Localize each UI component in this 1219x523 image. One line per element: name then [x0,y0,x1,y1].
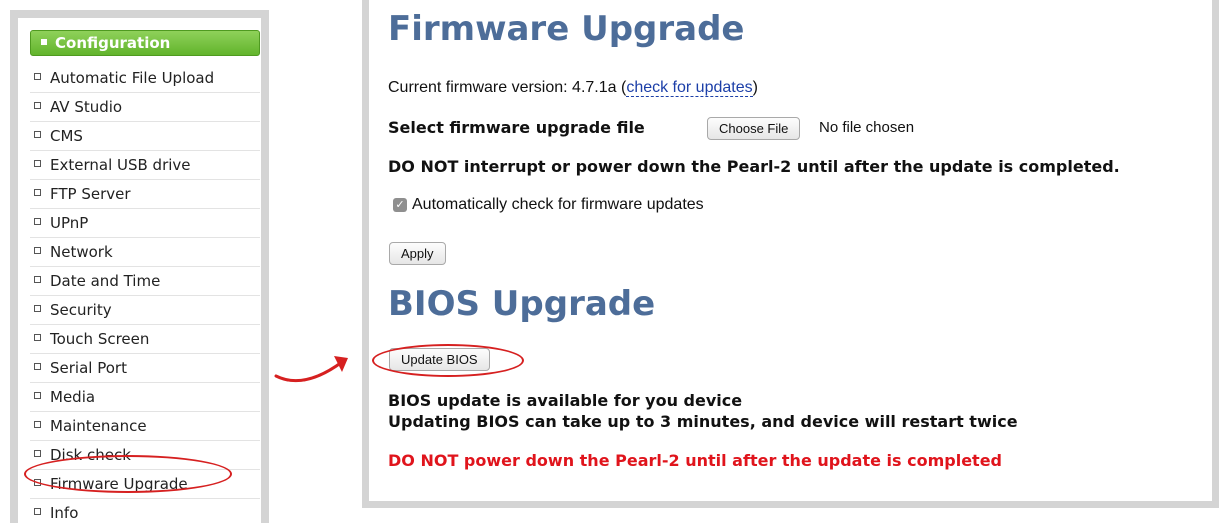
auto-check-checkbox[interactable]: ✓ [393,198,407,212]
sidebar-panel: Configuration Automatic File Upload AV S… [10,10,269,523]
bios-available-text: BIOS update is available for you device [388,391,743,410]
sidebar-item-label: Automatic File Upload [50,69,215,87]
sidebar-item-upnp[interactable]: UPnP [30,209,260,238]
square-bullet-icon [34,508,41,515]
sidebar-item-label: AV Studio [50,98,123,116]
square-bullet-icon [34,276,41,283]
apply-button[interactable]: Apply [389,242,446,265]
square-bullet-icon [41,38,47,45]
select-firmware-file-label: Select firmware upgrade file [388,118,645,137]
square-bullet-icon [34,73,41,80]
firmware-warning: DO NOT interrupt or power down the Pearl… [388,157,1120,176]
sidebar-item-automatic-file-upload[interactable]: Automatic File Upload [30,64,260,93]
current-version-label: Current firmware version: 4.7.1a ( [388,79,627,96]
sidebar-item-media[interactable]: Media [30,383,260,412]
sidebar-item-av-studio[interactable]: AV Studio [30,93,260,122]
square-bullet-icon [34,421,41,428]
sidebar-item-maintenance[interactable]: Maintenance [30,412,260,441]
sidebar-item-touch-screen[interactable]: Touch Screen [30,325,260,354]
close-paren: ) [752,79,758,96]
bios-warning: DO NOT power down the Pearl-2 until afte… [388,451,1002,470]
check-for-updates-link[interactable]: check for updates [626,79,753,97]
curved-arrow-icon [274,356,348,383]
sidebar-header-label: Configuration [55,34,171,52]
square-bullet-icon [34,334,41,341]
sidebar-item-label: UPnP [50,214,89,232]
bios-duration-text: Updating BIOS can take up to 3 minutes, … [388,412,1018,431]
square-bullet-icon [34,450,41,457]
square-bullet-icon [34,131,41,138]
sidebar-item-external-usb-drive[interactable]: External USB drive [30,151,260,180]
sidebar-item-label: Serial Port [50,359,127,377]
auto-check-label: Automatically check for firmware updates [412,196,704,213]
choose-file-button[interactable]: Choose File [707,117,801,140]
sidebar-item-label: Network [50,243,113,261]
annotation-ellipse-bios [372,344,524,377]
sidebar-item-serial-port[interactable]: Serial Port [30,354,260,383]
square-bullet-icon [34,247,41,254]
sidebar-item-date-and-time[interactable]: Date and Time [30,267,260,296]
square-bullet-icon [34,305,41,312]
sidebar-header-configuration[interactable]: Configuration [30,30,260,56]
bios-upgrade-title: BIOS Upgrade [388,284,656,324]
no-file-chosen-text: No file chosen [819,119,915,136]
square-bullet-icon [34,160,41,167]
annotation-ellipse-firmware [24,455,232,493]
sidebar-item-network[interactable]: Network [30,238,260,267]
square-bullet-icon [34,102,41,109]
square-bullet-icon [34,392,41,399]
firmware-upgrade-title: Firmware Upgrade [388,9,745,49]
current-firmware-version: Current firmware version: 4.7.1a (check … [388,79,758,97]
sidebar-item-label: Maintenance [50,417,147,435]
sidebar-item-label: Info [50,504,79,522]
square-bullet-icon [34,218,41,225]
sidebar-item-label: External USB drive [50,156,191,174]
sidebar-item-label: Touch Screen [50,330,150,348]
sidebar-list: Automatic File Upload AV Studio CMS Exte… [30,64,260,523]
sidebar-item-label: Media [50,388,96,406]
sidebar-item-cms[interactable]: CMS [30,122,260,151]
sidebar-item-label: FTP Server [50,185,131,203]
square-bullet-icon [34,189,41,196]
sidebar-item-info[interactable]: Info [30,499,260,523]
square-bullet-icon [34,363,41,370]
sidebar-item-label: Security [50,301,112,319]
sidebar-item-ftp-server[interactable]: FTP Server [30,180,260,209]
sidebar-item-label: CMS [50,127,83,145]
sidebar-item-security[interactable]: Security [30,296,260,325]
main-panel [362,0,1219,508]
sidebar-item-label: Date and Time [50,272,161,290]
